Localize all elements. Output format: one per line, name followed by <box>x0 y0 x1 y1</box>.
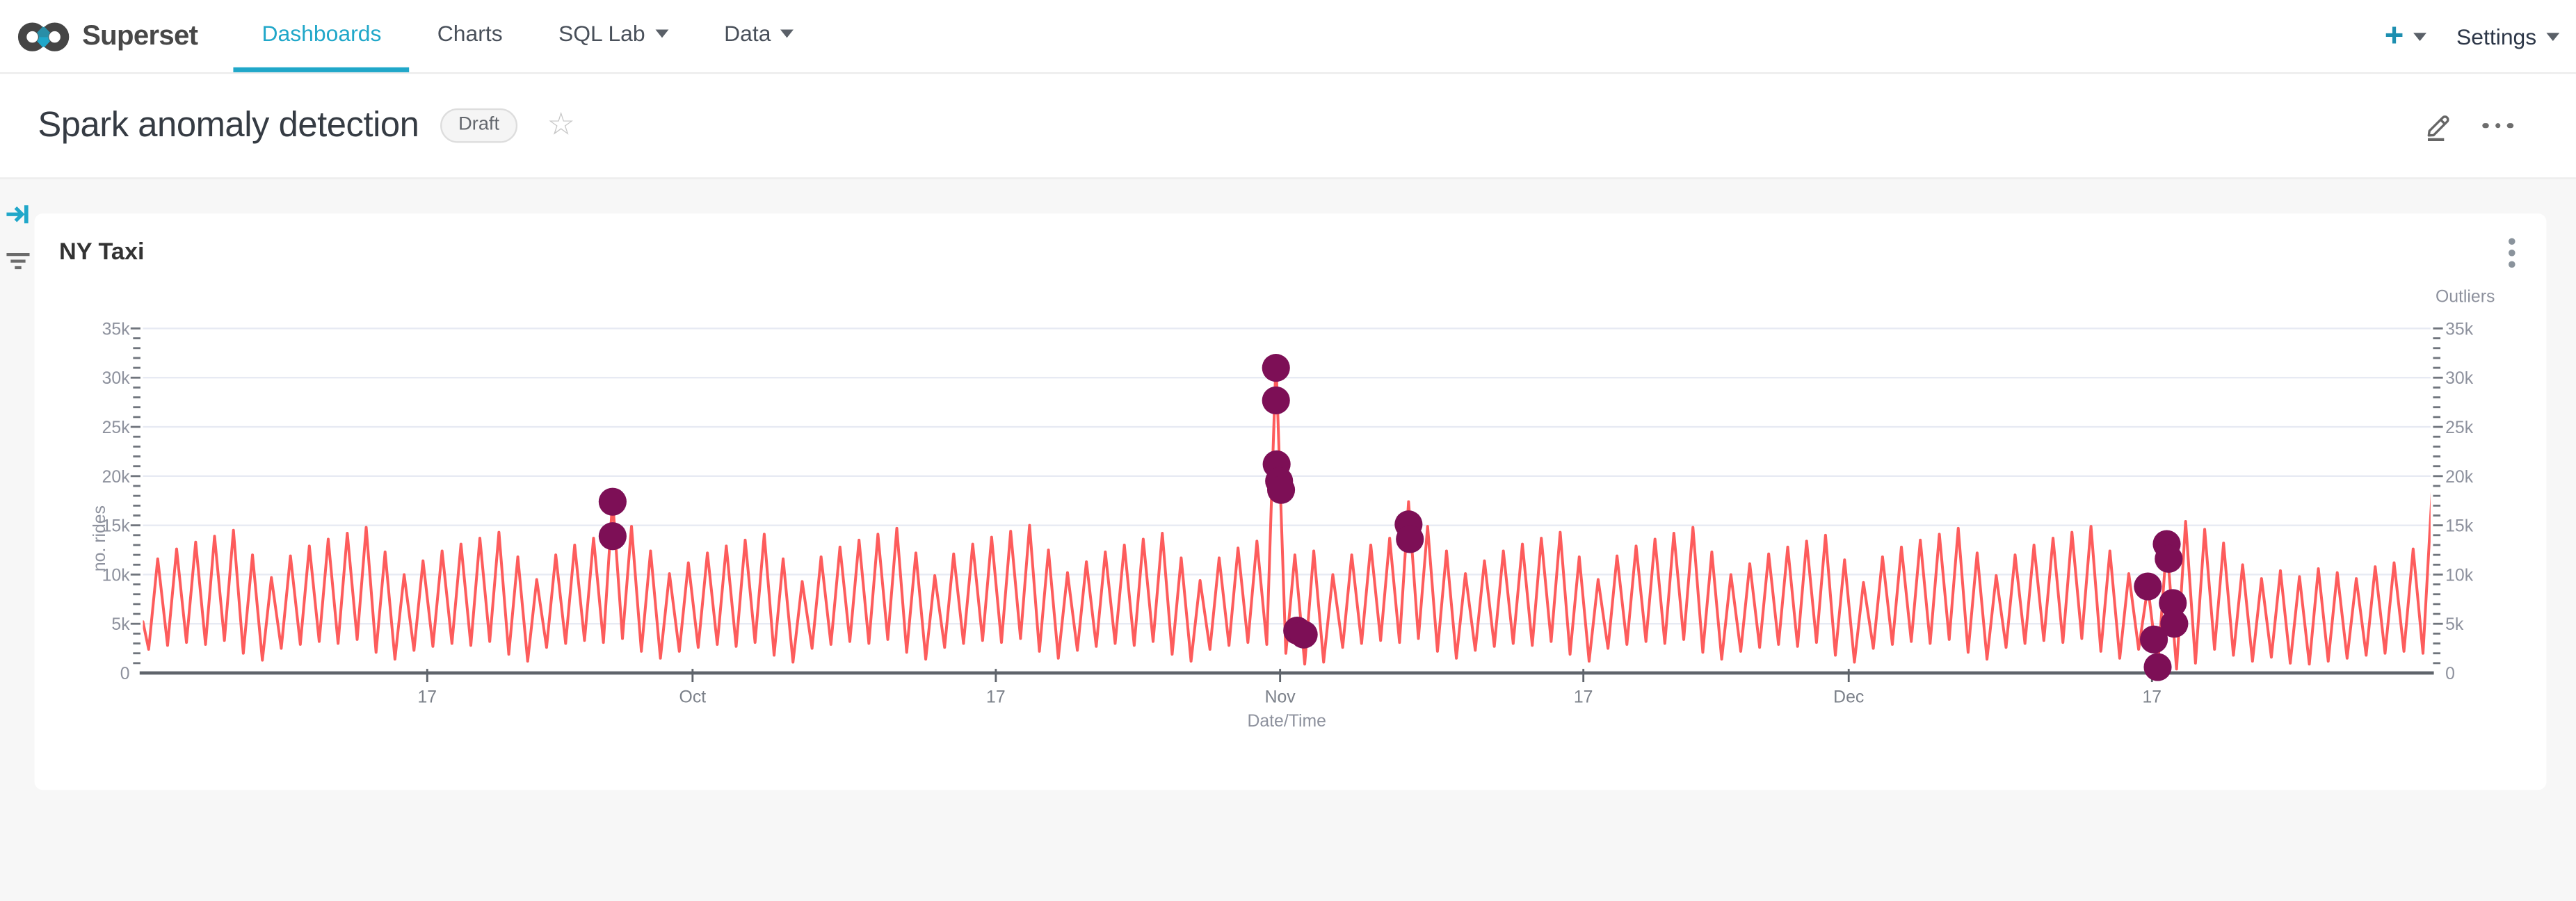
svg-text:35k: 35k <box>102 320 131 339</box>
outlier-point <box>1290 621 1318 649</box>
header-actions <box>2424 110 2513 141</box>
plus-icon: + <box>2385 19 2404 52</box>
svg-text:20k: 20k <box>2445 468 2474 487</box>
top-navbar: Superset Dashboards Charts SQL Lab Data … <box>0 0 2576 74</box>
svg-text:25k: 25k <box>2445 419 2474 437</box>
svg-text:30k: 30k <box>102 369 131 388</box>
nav-item-label: Charts <box>437 22 503 46</box>
outlier-point <box>2143 653 2171 681</box>
svg-text:5k: 5k <box>2445 615 2464 634</box>
caret-down-icon <box>2414 32 2427 40</box>
outlier-point <box>599 522 627 550</box>
dashboard-header: Spark anomaly detection Draft ☆ <box>0 74 2576 179</box>
svg-text:35k: 35k <box>2445 320 2474 339</box>
outlier-point <box>1267 476 1295 504</box>
status-badge: Draft <box>440 108 517 143</box>
svg-text:15k: 15k <box>2445 517 2474 536</box>
navbar-right: + Settings <box>2368 0 2566 72</box>
settings-label: Settings <box>2456 24 2536 48</box>
caret-down-icon <box>655 30 668 38</box>
svg-text:10k: 10k <box>2445 566 2474 585</box>
outlier-point <box>1396 525 1424 553</box>
favorite-star-icon[interactable]: ☆ <box>547 110 575 141</box>
filter-funnel-icon[interactable] <box>4 251 31 270</box>
brand-name: Superset <box>82 19 198 52</box>
nav-item-sql-lab[interactable]: SQL Lab <box>531 0 696 72</box>
caret-down-icon <box>2546 32 2559 40</box>
date-time-axis-label: Date/Time <box>1247 712 1326 731</box>
outlier-point <box>2134 572 2162 600</box>
y-axis-ticks-right <box>2433 328 2442 663</box>
outliers-axis-label: Outliers <box>2436 288 2495 307</box>
x-axis-ticks <box>427 669 2152 682</box>
svg-text:30k: 30k <box>2445 369 2474 388</box>
caret-down-icon <box>781 30 794 38</box>
outlier-point <box>1262 354 1290 382</box>
settings-menu[interactable]: Settings <box>2450 24 2566 48</box>
main-nav: Dashboards Charts SQL Lab Data <box>234 0 821 72</box>
expand-filter-bar-icon[interactable] <box>4 202 31 227</box>
svg-text:25k: 25k <box>102 419 131 437</box>
superset-infinity-logo-icon <box>17 19 71 54</box>
nav-item-dashboards[interactable]: Dashboards <box>234 0 409 72</box>
outlier-point <box>599 488 627 516</box>
superset-app: Superset Dashboards Charts SQL Lab Data … <box>0 0 2576 901</box>
outlier-point <box>1262 387 1290 414</box>
ny-taxi-line-chart: 05k10k15k20k25k30k35k05k10k15k20k25k30k3… <box>35 213 2547 790</box>
svg-text:5k: 5k <box>111 615 130 634</box>
nav-item-data[interactable]: Data <box>696 0 822 72</box>
svg-text:0: 0 <box>2445 665 2455 683</box>
svg-text:17: 17 <box>418 688 437 707</box>
svg-text:Dec: Dec <box>1833 688 1864 707</box>
y-axis-labels-right: 0 5k 10k 15k 20k 25k 30k 35k <box>2445 320 2474 683</box>
svg-text:0: 0 <box>120 665 130 683</box>
ny-taxi-chart-card: NY Taxi 05k10k15k20k25k30k35k05k10k15k20… <box>35 213 2547 790</box>
outlier-point <box>2155 545 2182 573</box>
nav-item-charts[interactable]: Charts <box>410 0 531 72</box>
filter-rail <box>0 179 35 900</box>
y-axis-labels-left: 05k10k15k20k25k30k35k <box>102 320 131 683</box>
svg-text:20k: 20k <box>102 468 131 487</box>
svg-text:17: 17 <box>986 688 1006 707</box>
nav-item-label: Data <box>724 22 771 46</box>
nav-item-label: Dashboards <box>261 22 381 46</box>
dashboard-content: NY Taxi 05k10k15k20k25k30k35k05k10k15k20… <box>0 179 2576 900</box>
y-axis-ticks-left <box>131 328 140 663</box>
svg-text:Nov: Nov <box>1265 688 1296 707</box>
more-actions-ellipsis-icon[interactable] <box>2483 122 2513 128</box>
edit-pencil-icon[interactable] <box>2424 110 2455 141</box>
x-axis-labels: 17 Oct 17 Nov 17 Dec 17 <box>418 688 2162 707</box>
svg-text:17: 17 <box>2142 688 2162 707</box>
outlier-point <box>2160 610 2188 638</box>
rides-axis-label: no. rides <box>90 505 109 571</box>
new-item-button[interactable]: + <box>2368 19 2443 52</box>
nav-item-label: SQL Lab <box>558 22 645 46</box>
page-title: Spark anomaly detection <box>38 105 419 146</box>
svg-text:17: 17 <box>1574 688 1593 707</box>
svg-text:Oct: Oct <box>679 688 707 707</box>
superset-logo-link[interactable]: Superset <box>17 0 198 72</box>
